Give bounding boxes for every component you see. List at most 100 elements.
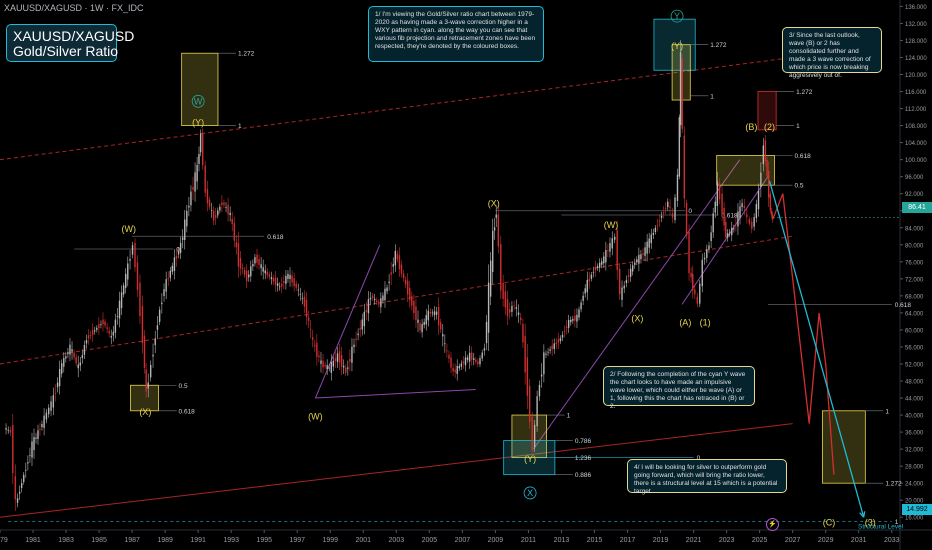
candle-body: [440, 322, 442, 330]
y-tick-label: 108.000: [905, 124, 927, 130]
candle-body: [141, 306, 144, 343]
wave-label: (B): [745, 122, 757, 132]
candle-body: [706, 249, 708, 258]
trend-line: [0, 235, 793, 365]
fib-line-label: 0: [688, 208, 692, 215]
candle-body: [402, 273, 405, 279]
fib-box-label: 0.5: [794, 183, 803, 190]
candle-body: [219, 206, 221, 211]
x-tick-label: 2005: [422, 537, 438, 544]
candle-body: [692, 274, 694, 291]
x-tick-label: 1991: [190, 537, 206, 544]
candle-body: [355, 338, 357, 340]
y-tick-label: 132.000: [905, 22, 927, 28]
candle-body: [324, 364, 326, 367]
candle-body: [87, 335, 90, 339]
candle-body: [536, 396, 538, 427]
candle-body: [582, 295, 584, 301]
candle-body: [557, 339, 560, 343]
candle-body: [297, 289, 299, 291]
candle-body: [345, 367, 347, 373]
candle-body: [85, 340, 88, 344]
candle-body: [9, 429, 12, 433]
candle-body: [65, 356, 67, 359]
chart-canvas[interactable]: 16.00020.00024.00028.00032.00036.00040.0…: [0, 0, 932, 550]
candle-body: [417, 319, 419, 323]
candle-body: [376, 300, 378, 302]
candle-body: [50, 401, 52, 411]
x-tick-label: 2023: [719, 537, 735, 544]
candle-body: [173, 257, 176, 272]
x-tick-label: 1981: [25, 537, 41, 544]
candle-body: [642, 253, 644, 255]
candle-body: [524, 335, 526, 373]
candle-body: [81, 355, 84, 359]
candle-body: [167, 278, 169, 280]
candle-body: [513, 305, 515, 307]
candle-body: [526, 357, 529, 396]
candle-body: [540, 374, 543, 377]
candle-body: [696, 296, 698, 304]
candle-body: [274, 277, 277, 286]
fib-line-label: 0.618: [267, 234, 284, 241]
candle-body: [305, 299, 308, 318]
candle-body: [279, 286, 281, 288]
x-tick-label: 1985: [91, 537, 107, 544]
candle-body: [636, 259, 638, 263]
x-tick-label: 1989: [157, 537, 173, 544]
candle-body: [45, 412, 48, 420]
wave-label: (W): [308, 411, 323, 421]
y-tick-label: 112.000: [905, 107, 927, 113]
candle-body: [660, 215, 663, 218]
y-tick-label: 100.000: [905, 158, 927, 164]
candle-body: [102, 319, 104, 325]
candle-body: [411, 296, 413, 306]
candle-body: [268, 274, 271, 277]
candle-body: [586, 279, 588, 293]
candle-body: [156, 325, 159, 330]
title-box: XAUUSD/XAGUSD Gold/Silver Ratio: [6, 24, 135, 62]
fib-box-label: 1.272: [710, 42, 727, 49]
candle-body: [264, 270, 266, 274]
candle-body: [549, 349, 551, 351]
candle-body: [481, 352, 483, 359]
candle-body: [145, 369, 147, 392]
candle-body: [330, 362, 333, 373]
candle-body: [543, 352, 545, 375]
candle-body: [435, 311, 438, 315]
title-line-symbol: XAUUSD/XAGUSD: [13, 28, 135, 44]
candle-body: [143, 335, 146, 368]
lightning-icon[interactable]: ⚡: [766, 518, 779, 531]
candle-body: [94, 330, 96, 332]
candle-body: [122, 285, 125, 295]
candle-body: [5, 427, 7, 430]
candle-body: [198, 153, 200, 164]
candle-body: [129, 259, 131, 261]
candle-body: [437, 306, 440, 326]
candle-body: [551, 345, 553, 350]
candle-body: [466, 357, 469, 360]
candle-body: [464, 357, 467, 366]
candle-body: [215, 215, 217, 218]
candle-body: [669, 206, 671, 208]
x-tick-label: 2017: [620, 537, 636, 544]
candle-body: [768, 170, 770, 198]
x-tick-label: 1987: [124, 537, 140, 544]
candle-body: [312, 337, 314, 340]
y-tick-label: 36.000: [905, 431, 924, 437]
candle-body: [206, 188, 209, 204]
candle-body: [56, 382, 59, 388]
candle-body: [640, 254, 642, 260]
candle-body: [674, 197, 676, 220]
candle-body: [388, 281, 390, 284]
candle-body: [570, 319, 572, 323]
candle-body: [676, 174, 679, 201]
candle-body: [276, 283, 279, 286]
candle-body: [301, 298, 304, 300]
candle-body: [648, 238, 650, 248]
candle-body: [204, 165, 206, 193]
candle-body: [741, 203, 743, 207]
candle-body: [237, 242, 240, 267]
current-price-tag: 86.41: [902, 202, 932, 213]
candle-body: [108, 330, 110, 334]
